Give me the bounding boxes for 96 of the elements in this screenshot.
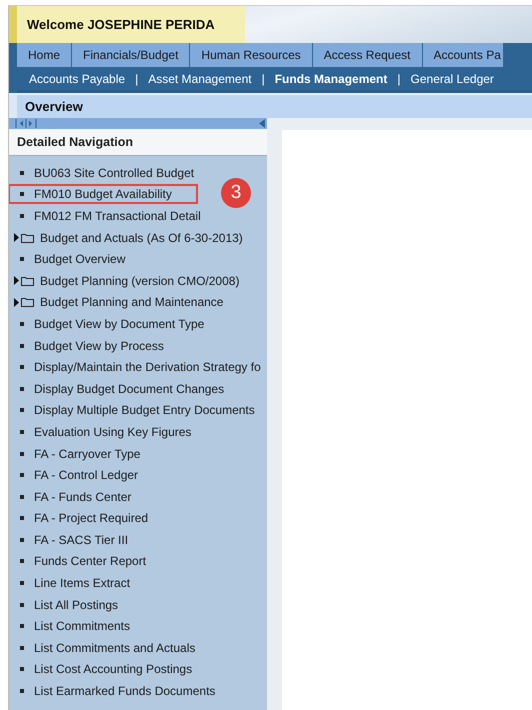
navigation-item[interactable]: Budget and Actuals (As Of 6-30-2013) (9, 228, 269, 248)
bullet-icon (20, 452, 24, 456)
separator: | (135, 72, 138, 86)
navigation-item[interactable]: FM012 FM Transactional Detail (9, 206, 227, 226)
separator: | (262, 72, 265, 86)
bullet-icon (20, 386, 24, 391)
bullet-icon (20, 538, 24, 542)
bullet-icon (20, 170, 24, 175)
navigation-item[interactable]: Display Budget Document Changes (9, 378, 250, 399)
bullet-icon (20, 408, 24, 412)
bullet-icon (20, 689, 24, 694)
navigation-item[interactable]: List Earmarked Funds Documents (34, 684, 216, 698)
collapse-icon[interactable] (259, 119, 265, 128)
navigation-item[interactable]: FM010 Budget Availability (34, 187, 172, 202)
navigation-item[interactable]: List Cost Accounting Postings (9, 659, 218, 680)
separator: | (397, 72, 401, 86)
navigation-item[interactable]: Line Items Extract (9, 573, 156, 594)
step-badge: 3 (221, 178, 251, 208)
page-title: Overview (9, 95, 532, 118)
expand-arrow-icon[interactable] (14, 233, 19, 242)
bullet-icon (20, 602, 24, 607)
bullet-icon (20, 624, 24, 628)
scroll-arrows-icon[interactable] (15, 119, 37, 128)
navigation-item[interactable]: FM012 FM Transactional Detail (34, 208, 201, 223)
navigation-item[interactable]: FA - Control Ledger (34, 468, 138, 482)
navigation-item[interactable]: Display Multiple Budget Entry Documents (9, 400, 281, 420)
navigation-item[interactable]: Budget View by Document Type (9, 314, 230, 334)
navigation-item[interactable]: FA - Funds Center (9, 486, 158, 507)
navigation-item[interactable]: Display Multiple Budget Entry Documents (34, 403, 255, 418)
navigation-item[interactable]: Budget View by Process (34, 338, 164, 353)
navigation-item[interactable]: Display/Maintain the Derivation Strategy fo (34, 360, 261, 374)
nav-tab[interactable]: Home (17, 43, 72, 67)
navigation-item[interactable]: Budget Planning and Maintenance (40, 295, 224, 310)
panel-title: Detailed Navigation (9, 129, 267, 156)
sub-nav-tab[interactable]: General Ledger (410, 72, 494, 86)
navigation-item[interactable]: Budget Planning and Maintenance (9, 292, 250, 312)
navigation-item[interactable]: Budget Planning (version CMO/2008) (40, 274, 240, 288)
navigation-item[interactable]: Line Items Extract (34, 576, 130, 590)
folder-icon (21, 276, 34, 286)
navigation-item[interactable]: Budget Overview (9, 249, 152, 270)
navigation-item[interactable]: Budget View by Process (9, 336, 190, 356)
sub-nav-tab[interactable]: Asset Management (148, 72, 252, 86)
bullet-icon (20, 473, 24, 478)
navigation-item[interactable]: Evaluation Using Key Figures (9, 422, 218, 442)
bullet-icon (20, 494, 24, 499)
navigation-item[interactable]: List Commitments (9, 616, 156, 636)
highlight-frame[interactable]: FM010 Budget Availability (9, 184, 198, 204)
navigation-item[interactable]: FA - Carryover Type (9, 444, 166, 464)
navigation-item[interactable]: Budget View by Document Type (34, 316, 204, 331)
bullet-icon (20, 559, 24, 564)
navigation-item[interactable]: FA - Project Required (34, 511, 148, 526)
expand-arrow-icon[interactable] (14, 276, 19, 286)
bullet-icon (20, 667, 24, 672)
navigation-item[interactable]: List Commitments and Actuals (9, 638, 222, 658)
bullet-icon (20, 430, 24, 434)
navigation-item[interactable]: Display Budget Document Changes (34, 382, 224, 396)
sub-nav-tab[interactable]: Funds Management (274, 72, 388, 86)
navigation-item[interactable]: Funds Center Report (34, 554, 146, 568)
navigation-item[interactable]: List All Postings (34, 598, 118, 612)
navigation-item[interactable]: BU063 Site Controlled Budget (34, 166, 194, 180)
nav-tab[interactable]: Human Resources (190, 43, 312, 67)
sub-nav-tab[interactable]: Accounts Payable (29, 72, 126, 86)
folder-icon (21, 297, 34, 308)
nav-tab[interactable]: Accounts Pa (422, 43, 503, 67)
navigation-item[interactable]: Budget Overview (34, 252, 126, 266)
bullet-icon (20, 516, 24, 520)
navigation-item[interactable]: Funds Center Report (9, 551, 172, 572)
navigation-item[interactable]: BU063 Site Controlled Budget (9, 162, 220, 183)
navigation-item[interactable]: FA - Carryover Type (34, 446, 140, 461)
navigation-item[interactable]: List Commitments (34, 619, 130, 634)
navigation-item[interactable]: Budget Planning (version CMO/2008) (9, 270, 266, 291)
folder-icon (21, 232, 34, 243)
bullet-icon (20, 344, 24, 348)
navigation-item[interactable]: List Cost Accounting Postings (34, 662, 192, 676)
navigation-item[interactable]: FA - Control Ledger (9, 465, 164, 486)
navigation-item[interactable]: List Commitments and Actuals (34, 640, 196, 655)
bullet-icon (20, 257, 24, 262)
navigation-item[interactable]: Display/Maintain the Derivation Strategy fo (9, 357, 287, 378)
bullet-icon (20, 322, 24, 326)
navigation-item[interactable]: FA - Funds Center (34, 490, 132, 504)
navigation-item[interactable]: FA - Project Required (9, 508, 174, 528)
nav-tab[interactable]: Access Request (312, 43, 422, 67)
nav-tab[interactable]: Financials/Budget (72, 43, 190, 67)
welcome-banner: Welcome JOSEPHINE PERIDA (9, 6, 245, 43)
navigation-item[interactable]: Budget and Actuals (As Of 6-30-2013) (40, 230, 243, 245)
navigation-item[interactable]: List Earmarked Funds Documents (9, 681, 242, 702)
navigation-item[interactable]: Evaluation Using Key Figures (34, 424, 192, 439)
expand-arrow-icon[interactable] (14, 298, 19, 307)
bullet-icon (20, 192, 24, 196)
bullet-icon (20, 581, 24, 586)
navigation-item[interactable]: FA - SACS Tier III (9, 530, 154, 550)
navigation-item[interactable]: FA - SACS Tier III (34, 532, 128, 547)
bullet-icon (20, 365, 24, 370)
navigation-item[interactable]: List All Postings (9, 594, 144, 615)
bullet-icon (20, 646, 24, 650)
bullet-icon (20, 214, 24, 218)
